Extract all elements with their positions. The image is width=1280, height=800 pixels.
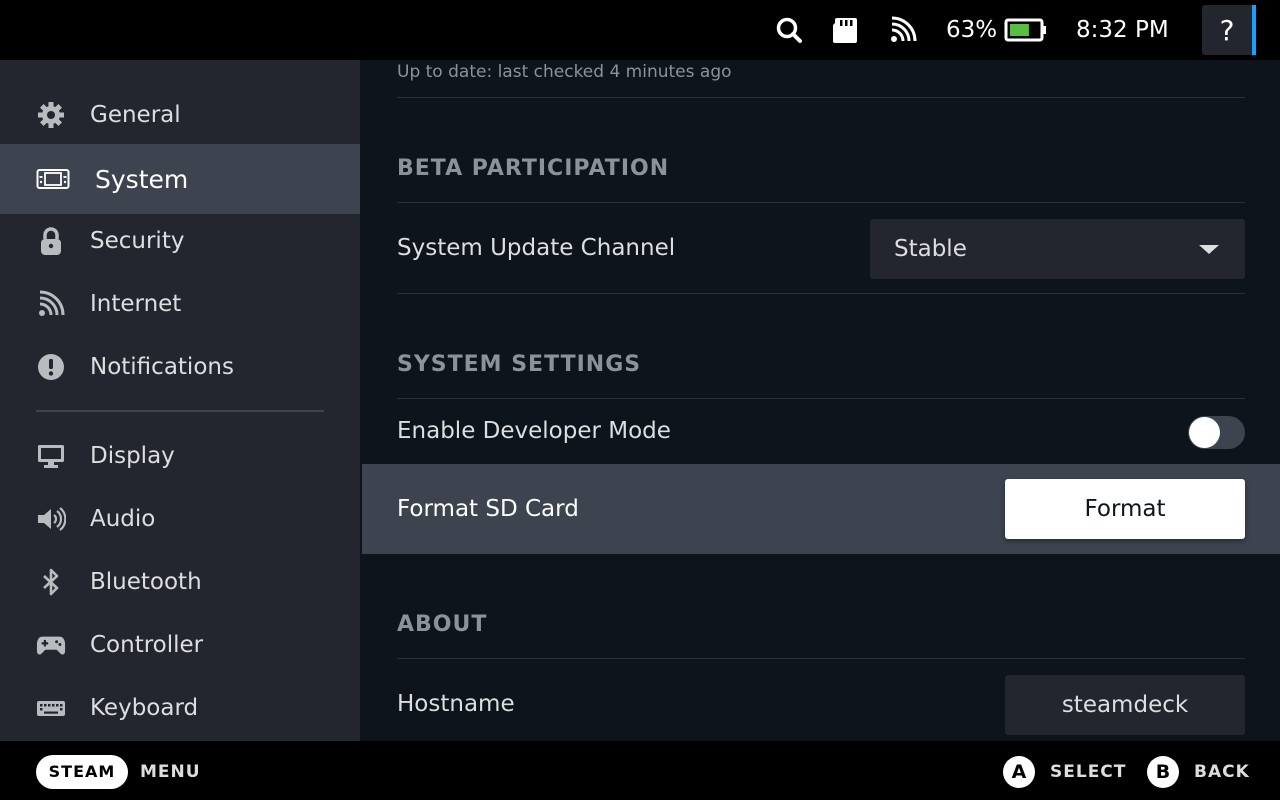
keyboard-icon <box>36 693 66 723</box>
sidebar-item-general[interactable]: General <box>0 84 360 146</box>
hostname-field[interactable]: steamdeck <box>1005 675 1245 735</box>
sidebar-item-label: Security <box>90 228 185 254</box>
monitor-icon <box>36 441 66 471</box>
status-bar: 63% 8:32 PM ? <box>0 0 1280 60</box>
format-sd-row: Format SD Card Format <box>362 464 1280 554</box>
sidebar-item-internet[interactable]: Internet <box>0 273 360 335</box>
battery-level-fill <box>1010 24 1029 36</box>
sidebar-item-bluetooth[interactable]: Bluetooth <box>0 551 360 613</box>
sidebar-item-controller[interactable]: Controller <box>0 614 360 676</box>
search-icon[interactable] <box>774 14 804 46</box>
bluetooth-icon <box>36 567 66 597</box>
dropdown-value: Stable <box>894 236 967 262</box>
sidebar-item-security[interactable]: Security <box>0 210 360 272</box>
settings-sidebar: General System Security Internet Notific… <box>0 60 360 741</box>
sidebar-item-label: Audio <box>90 506 156 532</box>
divider <box>397 293 1245 294</box>
section-title-about: ABOUT <box>397 612 488 637</box>
menu-label: MENU <box>140 762 201 782</box>
developer-mode-label: Enable Developer Mode <box>397 418 671 444</box>
steam-button[interactable]: STEAM <box>36 755 128 789</box>
format-sd-label: Format SD Card <box>397 496 579 522</box>
back-hint[interactable]: BACK <box>1194 755 1250 789</box>
update-channel-dropdown[interactable]: Stable <box>870 219 1245 279</box>
alert-icon <box>36 352 66 382</box>
sidebar-item-display[interactable]: Display <box>0 425 360 487</box>
sd-card-icon <box>830 14 860 46</box>
developer-mode-toggle[interactable] <box>1188 416 1245 449</box>
gear-icon <box>36 100 66 130</box>
sidebar-item-notifications[interactable]: Notifications <box>0 336 360 398</box>
select-hint[interactable]: SELECT <box>1050 755 1126 789</box>
divider <box>397 97 1245 98</box>
section-title-beta: BETA PARTICIPATION <box>397 156 670 181</box>
steam-deck-icon <box>36 164 70 194</box>
update-status: Up to date: last checked 4 minutes ago <box>397 62 732 82</box>
battery-percent: 63% <box>946 17 998 43</box>
sidebar-divider <box>36 410 324 412</box>
footer-bar: STEAM MENU A SELECT B BACK <box>0 741 1280 800</box>
toggle-knob <box>1189 417 1220 448</box>
update-channel-label: System Update Channel <box>397 235 676 261</box>
gamepad-icon <box>36 630 66 660</box>
b-button-icon: B <box>1147 756 1179 788</box>
battery-icon <box>1004 14 1048 46</box>
sidebar-item-label: General <box>90 102 181 128</box>
divider <box>397 658 1245 659</box>
hostname-label: Hostname <box>397 691 515 717</box>
sidebar-item-label: Notifications <box>90 354 234 380</box>
sidebar-item-label: System <box>95 164 189 194</box>
sidebar-item-keyboard[interactable]: Keyboard <box>0 677 360 739</box>
wifi-icon <box>36 289 66 319</box>
chevron-down-icon <box>1199 245 1219 254</box>
sidebar-item-label: Bluetooth <box>90 569 202 595</box>
settings-content: Up to date: last checked 4 minutes ago B… <box>360 60 1280 741</box>
a-button-icon: A <box>1003 756 1035 788</box>
divider <box>397 202 1245 203</box>
sidebar-item-label: Display <box>90 443 175 469</box>
section-title-system-settings: SYSTEM SETTINGS <box>397 352 642 377</box>
format-button[interactable]: Format <box>1005 479 1245 539</box>
sidebar-item-label: Controller <box>90 632 204 658</box>
divider <box>397 398 1245 399</box>
clock: 8:32 PM <box>1076 17 1169 43</box>
wifi-icon <box>888 14 918 46</box>
sidebar-item-label: Internet <box>90 291 182 317</box>
sidebar-item-audio[interactable]: Audio <box>0 488 360 550</box>
help-button[interactable]: ? <box>1202 5 1256 55</box>
sidebar-item-system[interactable]: System <box>0 144 360 214</box>
sidebar-item-label: Keyboard <box>90 695 199 721</box>
lock-icon <box>36 226 66 256</box>
speaker-icon <box>36 504 66 534</box>
